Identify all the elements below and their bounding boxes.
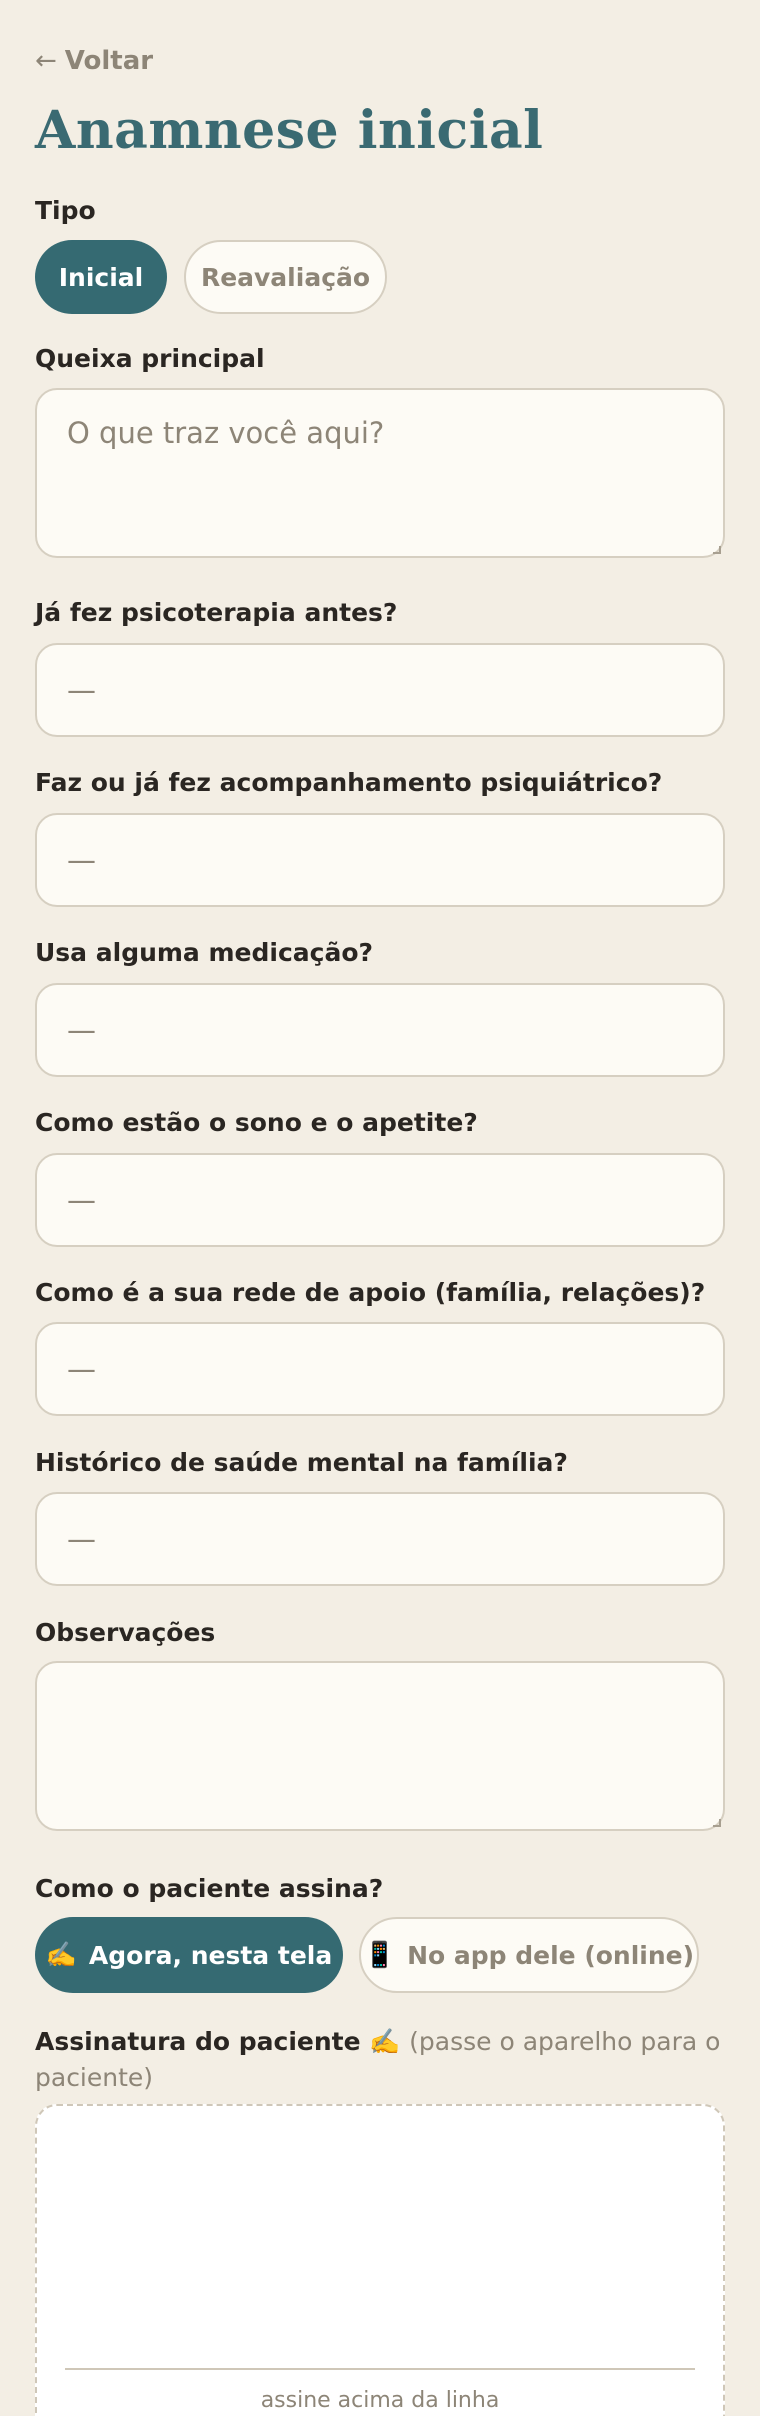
question-field-psiquiatrico[interactable]: —	[35, 813, 725, 907]
question-field-sono-apetite[interactable]: —	[35, 1153, 725, 1247]
observacoes-label: Observações	[35, 1618, 216, 1647]
signature-line	[65, 2368, 695, 2370]
queixa-placeholder: O que traz você aqui?	[67, 416, 385, 450]
signature-pad[interactable]: assine acima da linha	[35, 2104, 725, 2416]
back-link[interactable]: ← Voltar	[35, 46, 153, 76]
question-field-historico-familia[interactable]: —	[35, 1492, 725, 1586]
signature-caption: assine acima da linha	[260, 2388, 500, 2413]
question-field-rede-apoio[interactable]: —	[35, 1322, 725, 1416]
question-field-psicoterapia[interactable]: —	[35, 643, 725, 737]
assinatura-modo-option-app[interactable]: 📱 No app dele (online)	[359, 1917, 699, 1993]
assinatura-modo-option-label: No app dele (online)	[407, 1940, 695, 1970]
question-field-medicacao[interactable]: —	[35, 983, 725, 1077]
question-label-psicoterapia: Já fez psicoterapia antes?	[35, 598, 398, 627]
tipo-label: Tipo	[35, 196, 96, 225]
writing-hand-icon: ✍️	[369, 2027, 401, 2056]
question-label-psiquiatrico: Faz ou já fez acompanhamento psiquiátric…	[35, 768, 663, 797]
question-label-sono-apetite: Como estão o sono e o apetite?	[35, 1108, 478, 1137]
assinatura-title: Assinatura do paciente	[35, 2027, 361, 2056]
question-value: —	[67, 673, 96, 707]
assinatura-modo-label: Como o paciente assina?	[35, 1874, 384, 1903]
question-value: —	[67, 1013, 96, 1047]
question-value: —	[67, 1352, 96, 1386]
observacoes-textarea[interactable]	[35, 1661, 725, 1831]
question-label-medicacao: Usa alguma medicação?	[35, 938, 374, 967]
back-label: Voltar	[64, 46, 154, 76]
anamnese-page: ← Voltar Anamnese inicial Tipo Inicial R…	[0, 0, 760, 2416]
question-label-rede-apoio: Como é a sua rede de apoio (família, rel…	[35, 1278, 706, 1307]
queixa-label: Queixa principal	[35, 344, 265, 373]
assinatura-modo-option-label: Agora, nesta tela	[88, 1940, 333, 1970]
assinatura-modo-option-tela[interactable]: ✍️ Agora, nesta tela	[35, 1917, 343, 1993]
page-title: Anamnese inicial	[35, 100, 544, 161]
writing-hand-icon: ✍️	[45, 1940, 77, 1969]
question-value: —	[67, 843, 96, 877]
tipo-option-inicial[interactable]: Inicial	[35, 240, 167, 314]
arrow-left-icon: ←	[35, 46, 57, 76]
question-value: —	[67, 1522, 96, 1556]
question-label-historico-familia: Histórico de saúde mental na família?	[35, 1448, 568, 1477]
mobile-phone-icon: 📱	[363, 1940, 396, 1969]
question-value: —	[67, 1183, 96, 1217]
tipo-option-label: Reavaliação	[200, 262, 371, 292]
tipo-option-reavaliacao[interactable]: Reavaliação	[184, 240, 387, 314]
queixa-textarea[interactable]: O que traz você aqui?	[35, 388, 725, 558]
assinatura-label: Assinatura do paciente ✍️ (passe o apare…	[35, 2024, 725, 2096]
resize-handle-icon[interactable]	[713, 1819, 721, 1827]
resize-handle-icon[interactable]	[713, 546, 721, 554]
tipo-option-label: Inicial	[58, 262, 144, 292]
